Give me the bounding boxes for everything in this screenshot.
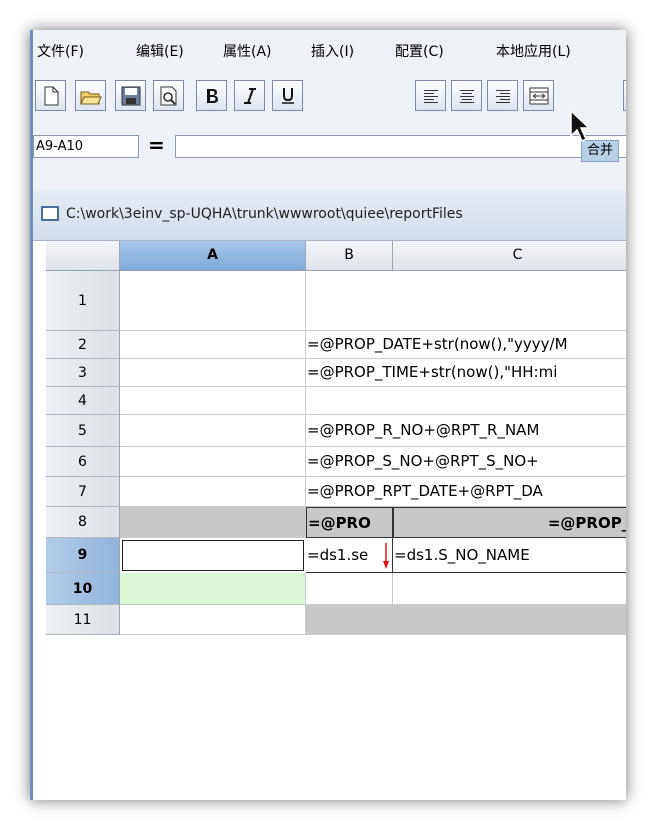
menu-bar: 文件(F) 编辑(E) 属性(A) 插入(I) 配置(C) 本地应用(L) xyxy=(33,30,626,70)
cell-a2[interactable] xyxy=(120,331,306,359)
new-file-button[interactable] xyxy=(35,80,66,111)
cell-b9[interactable]: =ds1.se xyxy=(306,538,393,573)
align-center-button[interactable] xyxy=(451,80,482,111)
row-header-6[interactable]: 6 xyxy=(46,447,120,477)
row-header-5[interactable]: 5 xyxy=(46,415,120,447)
cell-b8[interactable]: =@PRO xyxy=(306,507,393,538)
underline-icon xyxy=(281,87,294,104)
menu-edit[interactable]: 编辑(E) xyxy=(136,41,184,61)
row-header-3[interactable]: 3 xyxy=(46,359,120,387)
save-icon xyxy=(121,86,140,105)
row-header-9[interactable]: 9 xyxy=(46,538,120,573)
cell-a4[interactable] xyxy=(120,387,306,415)
open-file-button[interactable] xyxy=(75,80,106,111)
underline-button[interactable] xyxy=(272,80,303,111)
document-window-icon xyxy=(41,206,59,221)
row-header-8[interactable]: 8 xyxy=(46,507,120,538)
bold-icon xyxy=(206,88,218,103)
row-header-2[interactable]: 2 xyxy=(46,331,120,359)
new-file-icon xyxy=(44,86,58,105)
row-header-10[interactable]: 10 xyxy=(46,573,120,605)
cell-b4[interactable] xyxy=(306,387,626,415)
cell-a6[interactable] xyxy=(120,447,306,477)
cell-reference-box[interactable]: A9-A10 xyxy=(33,135,139,158)
cell-a9-selected[interactable] xyxy=(122,540,304,571)
spreadsheet-grid: A B C 1 2 3 4 5 6 7 8 9 10 11 =@PROP_DAT… xyxy=(46,241,626,800)
report-document-pane: C:\work\3einv_sp-UQHA\trunk\wwwroot\quie… xyxy=(33,190,626,800)
italic-icon xyxy=(243,87,256,104)
cell-a5[interactable] xyxy=(120,415,306,447)
print-preview-button[interactable] xyxy=(153,80,184,111)
cell-b11[interactable] xyxy=(306,605,626,635)
column-header-b[interactable]: B xyxy=(306,241,393,271)
cell-c9[interactable]: =ds1.S_NO_NAME xyxy=(393,538,626,573)
cell-b5[interactable]: =@PROP_R_NO+@RPT_R_NAM xyxy=(306,415,626,447)
print-preview-icon xyxy=(160,86,176,105)
cell-b6[interactable]: =@PROP_S_NO+@RPT_S_NO+ xyxy=(306,447,626,477)
menu-properties[interactable]: 属性(A) xyxy=(223,41,272,61)
open-folder-icon xyxy=(79,91,102,104)
align-left-icon xyxy=(423,89,438,103)
row-header-11[interactable]: 11 xyxy=(46,605,120,635)
cell-c8[interactable]: =@PROP_S xyxy=(393,507,626,538)
column-header-c[interactable]: C xyxy=(393,241,626,271)
menu-insert[interactable]: 插入(I) xyxy=(311,41,354,61)
cell-b10[interactable] xyxy=(306,573,393,605)
align-left-button[interactable] xyxy=(415,80,446,111)
cell-a3[interactable] xyxy=(120,359,306,387)
app-window: 文件(F) 编辑(E) 属性(A) 插入(I) 配置(C) 本地应用(L) A9… xyxy=(30,30,626,800)
document-path: C:\work\3einv_sp-UQHA\trunk\wwwroot\quie… xyxy=(66,206,463,222)
cell-b3[interactable]: =@PROP_TIME+str(now(),"HH:mi xyxy=(306,359,626,387)
cell-a11[interactable] xyxy=(120,605,306,635)
toolbar-overflow-button[interactable] xyxy=(623,80,626,111)
mouse-pointer-icon xyxy=(570,110,591,143)
cell-b2[interactable]: =@PROP_DATE+str(now(),"yyyy/M xyxy=(306,331,626,359)
toolbar xyxy=(33,70,626,127)
bold-button[interactable] xyxy=(196,80,227,111)
equals-icon[interactable]: = xyxy=(148,135,165,155)
cell-b1-merged[interactable] xyxy=(306,271,626,331)
align-right-button[interactable] xyxy=(487,80,518,111)
cell-a10-selected-range[interactable] xyxy=(120,573,306,605)
merge-cells-button[interactable] xyxy=(523,80,554,111)
align-center-icon xyxy=(459,89,474,103)
cell-a8[interactable] xyxy=(120,507,306,538)
document-title-bar: C:\work\3einv_sp-UQHA\trunk\wwwroot\quie… xyxy=(33,190,626,241)
cell-a7[interactable] xyxy=(120,477,306,507)
cell-b7[interactable]: =@PROP_RPT_DATE+@RPT_DA xyxy=(306,477,626,507)
row-header-1[interactable]: 1 xyxy=(46,271,120,331)
align-right-icon xyxy=(495,89,510,103)
row-header-7[interactable]: 7 xyxy=(46,477,120,507)
menu-config[interactable]: 配置(C) xyxy=(395,41,444,61)
cell-c10[interactable] xyxy=(393,573,626,605)
save-button[interactable] xyxy=(115,80,146,111)
menu-local-app[interactable]: 本地应用(L) xyxy=(496,41,571,61)
column-header-a[interactable]: A xyxy=(120,241,306,271)
merge-cells-icon xyxy=(529,87,548,104)
row-header-4[interactable]: 4 xyxy=(46,387,120,415)
formula-bar: A9-A10 = 合并 xyxy=(33,127,626,165)
corner-header[interactable] xyxy=(46,241,120,271)
red-arrow-icon xyxy=(383,543,389,569)
cell-a1[interactable] xyxy=(120,271,306,331)
menu-file[interactable]: 文件(F) xyxy=(37,41,84,61)
formula-input[interactable] xyxy=(175,135,626,158)
italic-button[interactable] xyxy=(234,80,265,111)
